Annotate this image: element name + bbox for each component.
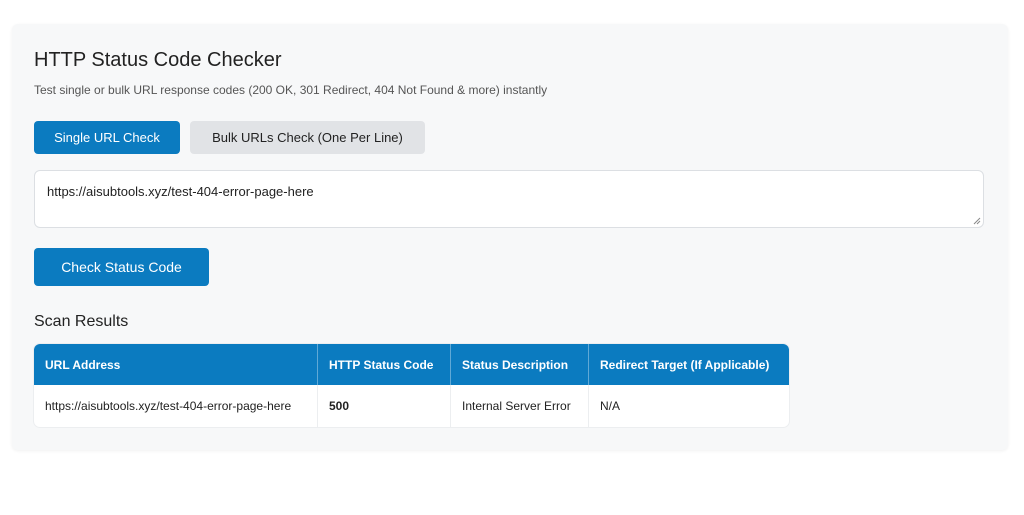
table-row: https://aisubtools.xyz/test-404-error-pa… xyxy=(34,385,789,427)
column-header-url: URL Address xyxy=(34,344,318,385)
tab-bulk-urls-check[interactable]: Bulk URLs Check (One Per Line) xyxy=(190,121,425,154)
column-header-status-code: HTTP Status Code xyxy=(318,344,451,385)
cell-url: https://aisubtools.xyz/test-404-error-pa… xyxy=(34,385,318,427)
resize-grip-icon[interactable] xyxy=(973,217,981,225)
column-header-redirect-target: Redirect Target (If Applicable) xyxy=(589,344,789,385)
results-title: Scan Results xyxy=(34,313,129,330)
cell-redirect-target: N/A xyxy=(600,399,621,413)
cell-status-description: Internal Server Error xyxy=(451,385,589,427)
url-input[interactable]: https://aisubtools.xyz/test-404-error-pa… xyxy=(34,170,984,228)
cell-status-code: 500 xyxy=(318,385,451,427)
url-input-value: https://aisubtools.xyz/test-404-error-pa… xyxy=(47,184,314,199)
results-table: URL Address HTTP Status Code Status Desc… xyxy=(34,344,789,427)
tab-single-url-check[interactable]: Single URL Check xyxy=(34,121,180,154)
results-header-row: URL Address HTTP Status Code Status Desc… xyxy=(34,344,789,385)
check-status-code-button[interactable]: Check Status Code xyxy=(34,248,209,286)
checker-card: HTTP Status Code Checker Test single or … xyxy=(12,24,1008,450)
page-title: HTTP Status Code Checker xyxy=(34,49,282,71)
page-subtitle: Test single or bulk URL response codes (… xyxy=(34,83,548,97)
column-header-status-description: Status Description xyxy=(451,344,589,385)
